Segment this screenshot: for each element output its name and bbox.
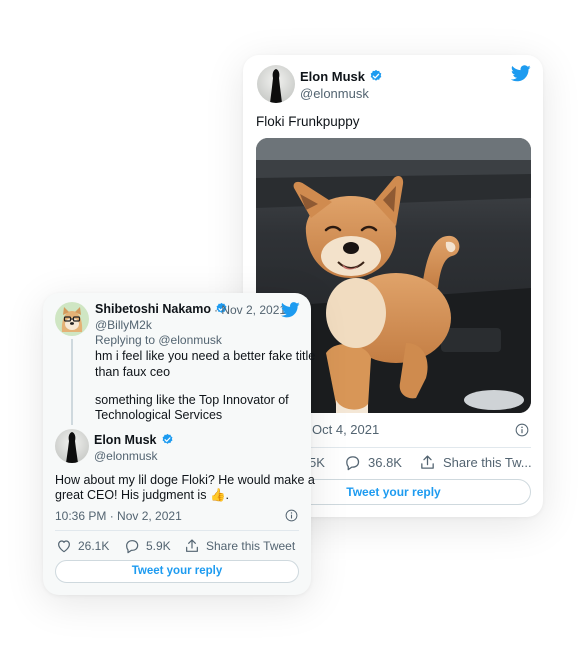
twitter-bird-icon[interactable]	[281, 302, 300, 318]
reply-text-line2-text: great CEO! His judgment is	[55, 488, 207, 502]
original-text-line2: than faux ceo	[95, 365, 171, 379]
share-icon	[421, 455, 434, 469]
tweet-text: Floki Frunkpuppy	[256, 114, 360, 129]
like-count-text: 5K	[309, 455, 325, 470]
author-handle[interactable]: @BillyM2k	[95, 318, 152, 332]
like-count-text: 26.1K	[78, 539, 110, 553]
reply-text-line2: great CEO! His judgment is 👍.	[55, 487, 229, 504]
original-text-line1: hm i feel like you need a better fake ti…	[95, 349, 316, 363]
reply-count-text: 36.8K	[368, 455, 402, 470]
original-date[interactable]: · Nov 2, 2021	[214, 303, 286, 317]
reply-button[interactable]: 5.9K	[124, 538, 171, 554]
tweet-card-thread: Shibetoshi Nakamo · Nov 2, 2021 @BillyM2…	[43, 293, 315, 595]
reply-author-name[interactable]: Elon Musk	[94, 433, 174, 447]
replying-to[interactable]: Replying to @elonmusk	[95, 333, 222, 347]
twitter-bird-icon[interactable]	[511, 65, 531, 82]
avatar-elon[interactable]	[257, 65, 295, 103]
share-label: Share this Tw...	[443, 455, 532, 470]
like-count[interactable]: 5K	[309, 455, 325, 470]
author-handle[interactable]: @elonmusk	[300, 86, 369, 101]
share-button[interactable]: Share this Tw...	[419, 454, 532, 471]
original-text-line4: Technological Services	[95, 408, 223, 422]
reply-bubble-icon	[126, 540, 139, 554]
info-icon[interactable]	[515, 423, 529, 437]
reply-author-name-text: Elon Musk	[94, 433, 157, 447]
verified-icon	[162, 433, 172, 444]
author-name-text: Elon Musk	[300, 69, 366, 84]
thread-line	[71, 339, 73, 425]
divider	[55, 530, 299, 531]
reply-text-end: .	[225, 488, 229, 502]
avatar-elon[interactable]	[55, 429, 89, 463]
reply-bubble-icon	[346, 456, 360, 471]
share-button[interactable]: Share this Tweet	[184, 538, 295, 554]
thumbs-up-emoji: 👍	[209, 488, 226, 502]
reply-timestamp[interactable]: 10:36 PM · Nov 2, 2021	[55, 509, 182, 523]
reply-count-text: 5.9K	[146, 539, 171, 553]
share-icon	[186, 539, 198, 552]
heart-icon	[58, 540, 70, 553]
avatar-shibetoshi[interactable]	[55, 302, 89, 336]
reply-count[interactable]: 36.8K	[344, 454, 402, 471]
like-button[interactable]: 26.1K	[56, 538, 109, 554]
verified-icon	[370, 69, 382, 81]
info-icon[interactable]	[285, 509, 298, 522]
author-name[interactable]: Elon Musk	[300, 69, 383, 84]
author-name[interactable]: Shibetoshi Nakamo	[95, 302, 228, 316]
tweet-date[interactable]: Oct 4, 2021	[312, 422, 379, 437]
share-label: Share this Tweet	[206, 539, 296, 553]
tweet-your-reply-button[interactable]: Tweet your reply	[55, 560, 299, 583]
reply-author-handle[interactable]: @elonmusk	[94, 449, 158, 463]
author-name-text: Shibetoshi Nakamo	[95, 302, 211, 316]
